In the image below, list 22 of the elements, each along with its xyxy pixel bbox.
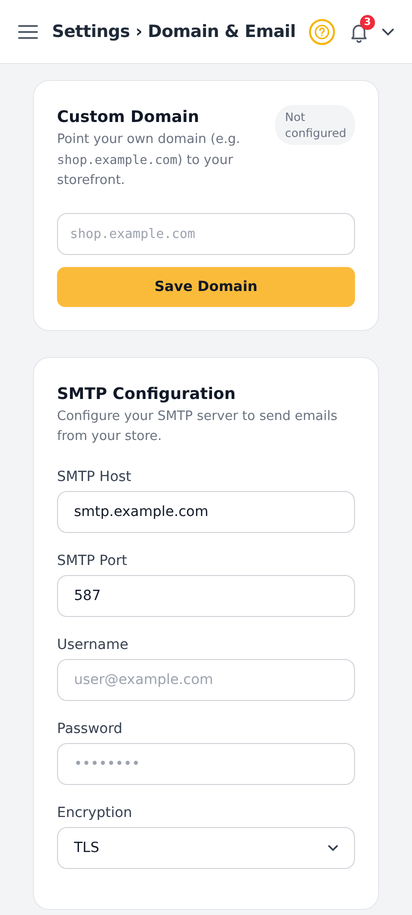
select-field[interactable]: TLS <box>57 827 355 869</box>
page-title: Settings › Domain & Email <box>52 22 297 42</box>
input-field[interactable]: 587 <box>57 575 355 617</box>
card-title: SMTP Configuration <box>57 384 237 403</box>
field-label: Username <box>57 637 130 653</box>
password-field[interactable]: •••••••• <box>57 743 355 785</box>
chevron-down-icon <box>328 844 338 852</box>
domain-input[interactable]: shop.example.com <box>57 213 355 255</box>
input-field[interactable]: smtp.example.com <box>57 491 355 533</box>
status-badge: Not configured <box>275 105 355 145</box>
field-label: Encryption <box>57 805 134 821</box>
field-label: SMTP Port <box>57 553 128 569</box>
notification-badge: 3 <box>360 14 375 30</box>
card-description: Point your own domain (e.g. shop.example.com) to your storefront. <box>57 131 242 190</box>
field-label: SMTP Host <box>57 469 132 485</box>
chevron-down-icon[interactable] <box>382 28 394 36</box>
field-label: Password <box>57 721 124 737</box>
card-title: Custom Domain <box>57 107 200 126</box>
menu-icon[interactable] <box>18 24 38 40</box>
save-domain-button[interactable]: Save Domain <box>57 267 355 307</box>
input-field[interactable]: user@example.com <box>57 659 355 701</box>
card-description: Configure your SMTP server to send emails from your store. <box>57 408 338 446</box>
